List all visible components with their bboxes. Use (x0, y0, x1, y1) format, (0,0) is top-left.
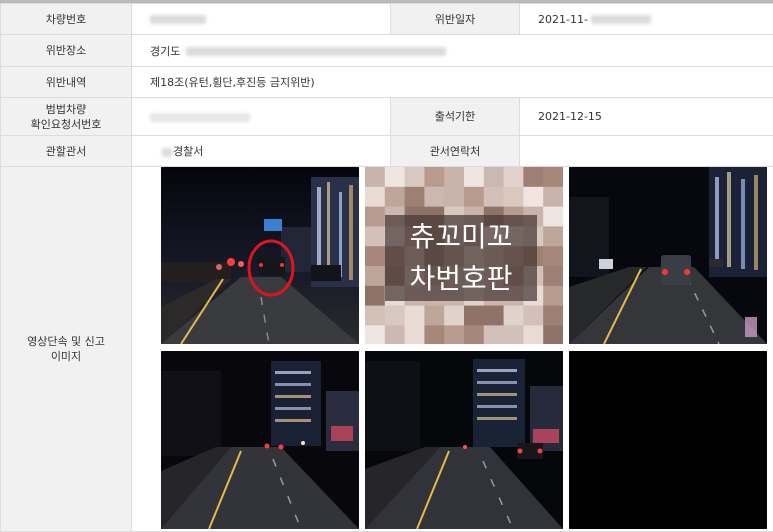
overlay-text-line2: 차번호판 (385, 259, 537, 299)
row-jurisdiction: 관할관서 경찰서 관서연락처 (1, 136, 773, 167)
evidence-image-5[interactable] (365, 351, 563, 529)
office-contact-value (520, 136, 773, 167)
report-page: 차량번호 위반일자 2021-11- 위반장소 경기도 위반내역 제18조(유턴… (0, 0, 773, 531)
violation-place-label: 위반장소 (1, 35, 132, 67)
violation-date-label: 위반일자 (391, 4, 520, 35)
violation-details-value: 제18조(유턴,횡단,후진등 금지위반) (132, 67, 773, 98)
request-number-label-l1: 범법차량 (46, 103, 86, 116)
violation-date-cell: 2021-11- (520, 4, 773, 35)
evidence-image-4[interactable] (161, 351, 359, 529)
row-request: 범법차량확인요청서번호 출석기한 2021-12-15 (1, 98, 773, 136)
evidence-image-6[interactable] (569, 351, 767, 529)
redacted-request-number (150, 113, 250, 122)
redacted-date-part (591, 15, 651, 24)
vehicle-number-value (132, 4, 391, 35)
images-label-l2: 이미지 (51, 350, 81, 363)
request-number-value (132, 98, 391, 136)
violation-place-cell: 경기도 (132, 35, 773, 67)
evidence-image-2[interactable]: 츄꼬미꼬 차번호판 (365, 167, 563, 344)
images-label: 영상단속 및 신고이미지 (1, 167, 132, 532)
row-place: 위반장소 경기도 (1, 35, 773, 67)
row-vehicle: 차량번호 위반일자 2021-11- (1, 4, 773, 35)
jurisdiction-value: 경찰서 (173, 145, 203, 158)
violation-details-label: 위반내역 (1, 67, 132, 98)
evidence-image-3[interactable] (569, 167, 767, 344)
redacted-vehicle-number (150, 15, 206, 24)
violation-place-value: 경기도 (150, 45, 180, 58)
violation-date-value: 2021-11- (538, 13, 588, 26)
images-cell: 츄꼬미꼬 차번호판 (132, 167, 773, 532)
violation-info-table: 차량번호 위반일자 2021-11- 위반장소 경기도 위반내역 제18조(유턴… (0, 3, 773, 532)
appearance-deadline-label: 출석기한 (391, 98, 520, 136)
overlay-text-line1: 츄꼬미꼬 (385, 217, 537, 257)
redacted-address (186, 47, 446, 56)
jurisdiction-label: 관할관서 (1, 136, 132, 167)
jurisdiction-cell: 경찰서 (132, 136, 391, 167)
request-number-label-l2: 확인요청서번호 (31, 118, 102, 131)
images-label-l1: 영상단속 및 신고 (27, 335, 105, 348)
vehicle-number-label: 차량번호 (1, 4, 132, 35)
request-number-label: 범법차량확인요청서번호 (1, 98, 132, 136)
row-images: 영상단속 및 신고이미지 (1, 167, 773, 532)
row-details: 위반내역 제18조(유턴,횡단,후진등 금지위반) (1, 67, 773, 98)
appearance-deadline-value: 2021-12-15 (520, 98, 773, 136)
evidence-image-1[interactable] (161, 167, 359, 344)
office-contact-label: 관서연락처 (391, 136, 520, 167)
redacted-station (162, 148, 172, 157)
